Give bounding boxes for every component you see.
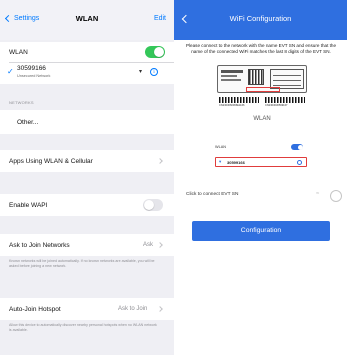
qr-code-icon — [248, 69, 264, 85]
connected-network-row[interactable]: ✓ 30599166 Unsecured Network ▾ i — [0, 62, 174, 84]
mini-wlan-toggle — [291, 144, 303, 150]
wlan-card: WLAN ✓ 30599166 Unsecured Network ▾ i — [0, 42, 174, 84]
page-title: WiFi Configuration — [229, 14, 292, 23]
apps-using-wlan-row[interactable]: Apps Using WLAN & Cellular — [0, 150, 174, 172]
chevron-right-icon — [157, 306, 163, 312]
auto-join-footer: Allow this device to automatically disco… — [9, 323, 157, 332]
enable-wapi-row: Enable WAPI — [0, 194, 174, 216]
wifi-icon: ≈ — [316, 191, 320, 197]
page-title: WLAN — [75, 14, 99, 23]
ask-to-join-label: Ask to Join Networks — [9, 242, 70, 249]
auto-join-hotspot-label: Auto-Join Hotspot — [9, 306, 61, 313]
wapi-toggle[interactable] — [143, 199, 163, 211]
chevron-right-icon — [157, 242, 163, 248]
instruction-illustration: CN2303060065E1166 CN2303030599167 WLAN W… — [213, 65, 311, 187]
wlan-label: WLAN — [9, 49, 28, 56]
header-bar: WiFi Configuration — [174, 0, 347, 40]
navigation-bar: Settings WLAN Edit — [0, 0, 174, 40]
barcode-icon — [265, 97, 305, 103]
other-network-row[interactable]: Other... — [0, 110, 174, 134]
ask-to-join-footer: Known networks will be joined automatica… — [9, 259, 155, 268]
sn-highlight-box — [246, 87, 280, 92]
barcodes: CN2303060065E1166 CN2303030599167 — [217, 97, 307, 107]
barcode-right-text: CN2303030599167 — [265, 104, 288, 107]
mini-wlan-title: WLAN — [253, 116, 271, 122]
mini-network-name: 30599166 — [227, 160, 245, 165]
info-icon — [297, 159, 302, 165]
wlan-settings-screen: Settings WLAN Edit WLAN ✓ 30599166 Unsec… — [0, 0, 174, 355]
connect-evt-label: Click to connect EVT SN — [186, 192, 239, 197]
chevron-right-icon — [157, 158, 163, 164]
instructions-text: Please connect to the network with the n… — [185, 43, 337, 54]
networks-header: NETWORKS — [9, 100, 34, 105]
wifi-configuration-screen: WiFi Configuration Please connect to the… — [174, 0, 347, 355]
wifi-icon: ▾ — [219, 159, 222, 164]
edit-button[interactable]: Edit — [154, 15, 166, 22]
other-label: Other... — [17, 119, 39, 126]
mini-wlan-row: WLAN — [215, 144, 309, 150]
network-security: Unsecured Network — [17, 74, 51, 78]
wlan-toggle[interactable] — [145, 46, 165, 58]
mini-wlan-label: WLAN — [215, 145, 226, 149]
device-label-image — [217, 65, 307, 93]
info-icon[interactable]: i — [150, 68, 158, 76]
configuration-button[interactable]: Configuration — [192, 221, 330, 241]
auto-join-hotspot-value: Ask to Join — [118, 306, 148, 312]
ask-to-join-value: Ask — [143, 242, 154, 248]
barcode-left-text: CN2303060065E1166 — [219, 104, 245, 107]
mini-network-row: ▾ 30599166 — [215, 157, 307, 167]
connect-evt-row[interactable]: Click to connect EVT SN ≈ — [186, 190, 342, 202]
apps-using-wlan-label: Apps Using WLAN & Cellular — [9, 158, 93, 165]
wifi-signal-icon: ▾ — [139, 69, 143, 75]
auto-join-hotspot-row[interactable]: Auto-Join Hotspot Ask to Join — [0, 298, 174, 320]
barcode-icon — [219, 97, 259, 103]
wlan-toggle-row: WLAN — [0, 42, 174, 62]
checkmark-icon: ✓ — [7, 67, 14, 76]
ask-to-join-row[interactable]: Ask to Join Networks Ask — [0, 234, 174, 256]
network-name: 30599166 — [17, 65, 46, 72]
radio-circle-icon[interactable] — [330, 190, 342, 202]
enable-wapi-label: Enable WAPI — [9, 202, 48, 209]
